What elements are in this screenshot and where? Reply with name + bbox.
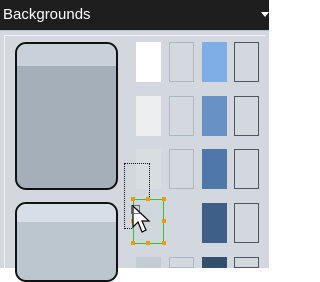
- swatch-empty[interactable]: [169, 257, 194, 268]
- selection-handle[interactable]: [146, 241, 150, 245]
- swatch-blue[interactable]: [202, 149, 227, 189]
- selection-handle[interactable]: [131, 197, 135, 201]
- swatch-white[interactable]: [136, 42, 161, 82]
- swatch-highlight-band: [17, 44, 116, 66]
- background-swatch-large-1[interactable]: [15, 42, 118, 190]
- panel-header[interactable]: Backgrounds: [0, 0, 269, 30]
- swatch-empty[interactable]: [169, 96, 194, 136]
- background-swatch-large-2[interactable]: [15, 202, 118, 282]
- swatch-very-light-gray[interactable]: [136, 96, 161, 136]
- selection-handle[interactable]: [162, 197, 166, 201]
- swatch-empty[interactable]: [169, 149, 194, 189]
- swatch-outlined[interactable]: [234, 203, 259, 243]
- panel-title: Backgrounds: [3, 6, 91, 23]
- swatch-highlight-band: [17, 204, 116, 222]
- swatch-outlined[interactable]: [234, 257, 259, 268]
- swatch-dark-blue[interactable]: [202, 203, 227, 243]
- swatch-gray[interactable]: [136, 257, 161, 268]
- selection-handle[interactable]: [162, 219, 166, 223]
- chevron-down-icon[interactable]: [261, 12, 269, 17]
- swatch-outlined[interactable]: [234, 96, 259, 136]
- swatch-medium-blue[interactable]: [202, 96, 227, 136]
- swatch-outlined[interactable]: [234, 149, 259, 189]
- selection-handle[interactable]: [162, 241, 166, 245]
- swatch-outlined[interactable]: [234, 42, 259, 82]
- selection-handle[interactable]: [131, 241, 135, 245]
- arrow-cursor-icon: [131, 205, 151, 233]
- swatch-light-blue[interactable]: [202, 42, 227, 82]
- swatch-navy[interactable]: [202, 257, 227, 268]
- selection-handle[interactable]: [146, 197, 150, 201]
- swatch-empty[interactable]: [169, 42, 194, 82]
